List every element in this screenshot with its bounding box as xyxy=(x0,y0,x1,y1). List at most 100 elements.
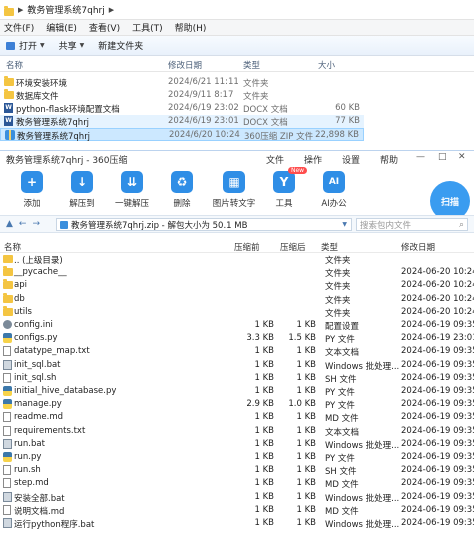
archive-path-field[interactable]: 教务管理系统7qhrj.zip - 解包大小为 50.1 MB ▼ xyxy=(56,218,352,231)
cell-name: api xyxy=(14,280,27,291)
ai-office-icon: AI xyxy=(323,171,345,193)
column-type[interactable]: 类型 xyxy=(243,59,260,71)
zip-list-item[interactable]: __pycache__ 文件夹 2024-06-20 10:24 xyxy=(0,266,474,279)
zip-list-item[interactable]: manage.py 2.9 KB 1.0 KB PY 文件 2024-06-19 09:… xyxy=(0,398,474,411)
zip-list-item[interactable]: utils 文件夹 2024-06-20 10:24 xyxy=(0,305,474,319)
zip-menu-operate[interactable]: 操作 xyxy=(304,153,322,166)
zip-list-item[interactable]: run.py 1 KB 1 KB PY 文件 2024-06-19 09:35 xyxy=(0,451,474,464)
cell-osize: 1 KB xyxy=(296,465,316,476)
cell-type: Windows 批处理... xyxy=(325,520,400,530)
file-row[interactable]: 数据库文件 2024/9/11 8:17 文件夹 xyxy=(0,89,364,102)
image-to-text-button[interactable]: ▦ 图片转文字 xyxy=(212,171,256,209)
search-icon[interactable]: ⌕ xyxy=(459,220,464,230)
menu-help[interactable]: 帮助(H) xyxy=(175,21,207,34)
config-file-icon xyxy=(3,320,12,329)
cell-date: 2024-06-19 09:35 xyxy=(401,425,474,436)
column-compressed-before[interactable]: 压缩前 xyxy=(234,241,260,253)
folder-icon xyxy=(4,89,14,99)
file-row-selected[interactable]: 教务管理系统7qhrj 2024/6/20 10:24 360压缩 ZIP 文件… xyxy=(0,128,364,142)
zip-list-item[interactable]: 说明文档.md 1 KB 1 KB MD 文件 2024-06-19 09:35 xyxy=(0,504,474,517)
zip-menu-help[interactable]: 帮助 xyxy=(380,153,398,166)
new-folder-button[interactable]: 新建文件夹 xyxy=(98,39,143,52)
zip-list-item[interactable]: readme.md 1 KB 1 KB MD 文件 2024-06-19 09:35 xyxy=(0,411,474,424)
zip-list-item[interactable]: run.sh 1 KB 1 KB SH 文件 2024-06-19 09:35 xyxy=(0,464,474,477)
cell-type: 文本文档 xyxy=(325,427,360,438)
zip-menu-settings[interactable]: 设置 xyxy=(342,153,360,166)
zip-list-item[interactable]: api 文件夹 2024-06-20 10:24 xyxy=(0,279,474,292)
zip-title-bar: 教务管理系统7qhrj - 360压缩 文件 操作 设置 帮助 — □ ✕ xyxy=(0,151,474,167)
text-file-icon xyxy=(3,425,11,436)
menu-tools[interactable]: 工具(T) xyxy=(132,21,163,34)
zip-list-item[interactable]: init_sql.sh 1 KB 1 KB SH 文件 2024-06-19 09:35 xyxy=(0,372,474,385)
chevron-down-icon: ▼ xyxy=(79,42,85,49)
minimize-icon[interactable]: — xyxy=(416,152,425,162)
cell-csize: 1 KB xyxy=(254,478,274,489)
menu-edit[interactable]: 编辑(E) xyxy=(46,21,77,34)
zip-list-item[interactable]: 安装全部.bat 1 KB 1 KB Windows 批处理... 2024-06-19… xyxy=(0,491,474,504)
chevron-right-icon[interactable]: ▶ xyxy=(109,6,114,14)
cell-name: __pycache__ xyxy=(14,267,67,278)
tools-button[interactable]: Y New 工具 xyxy=(262,167,308,209)
text-file-icon xyxy=(3,346,11,357)
menu-view[interactable]: 查看(V) xyxy=(89,21,120,34)
zip-list-item[interactable]: run.bat 1 KB 1 KB Windows 批处理... 2024-06-19 … xyxy=(0,438,474,451)
zip-menu-file[interactable]: 文件 xyxy=(266,153,284,166)
delete-icon: ♻ xyxy=(171,171,193,193)
chevron-right-icon: ▶ xyxy=(18,5,24,14)
column-date[interactable]: 修改日期 xyxy=(168,59,202,71)
forward-arrow-icon[interactable]: → xyxy=(32,219,40,229)
zip-list-item[interactable]: init_sql.bat 1 KB 1 KB Windows 批处理... 2024-0… xyxy=(0,359,474,372)
zip-list-item[interactable]: datatype_map.txt 1 KB 1 KB 文本文档 2024-06-19 0… xyxy=(0,345,474,358)
zip-list-item[interactable]: config.ini 1 KB 1 KB 配置设置 2024-06-19 09:35 xyxy=(0,319,474,332)
zip-list-item[interactable]: initial_hive_database.py 1 KB 1 KB PY 文件 202… xyxy=(0,385,474,398)
share-button[interactable]: 共享 ▼ xyxy=(59,39,85,52)
ai-office-button[interactable]: AI AI办公 xyxy=(312,171,356,209)
cell-date: 2024-06-19 09:35 xyxy=(401,386,474,396)
batch-file-icon xyxy=(3,491,12,502)
one-click-extract-button[interactable]: ⇊ 一键解压 xyxy=(110,171,154,209)
add-button[interactable]: + 添加 xyxy=(10,171,54,209)
column-size[interactable]: 大小 xyxy=(318,59,335,71)
cell-date: 2024-06-19 09:35 xyxy=(401,399,474,410)
folder-icon xyxy=(3,292,13,303)
zip-list-item[interactable]: requirements.txt 1 KB 1 KB 文本文档 2024-06-19 0… xyxy=(0,425,474,438)
search-input[interactable]: 搜索包内文件 ⌕ xyxy=(356,218,468,231)
zip-archive-icon xyxy=(60,221,68,229)
cell-osize: 1 KB xyxy=(296,320,316,330)
back-arrow-icon[interactable]: ← xyxy=(19,219,27,229)
cell-osize: 1 KB xyxy=(296,518,316,528)
column-name[interactable]: 名称 xyxy=(4,241,21,253)
cell-type: 配置设置 xyxy=(325,322,360,332)
zip-list-item[interactable]: .. (上级目录) 文件夹 xyxy=(0,253,474,266)
column-name[interactable]: 名称 xyxy=(6,59,23,71)
cell-name: .. (上级目录) xyxy=(14,256,63,266)
text-file-icon xyxy=(3,412,11,423)
file-row[interactable]: W 教务管理系统7qhrj 2024/6/19 23:01 DOCX 文档 77… xyxy=(0,115,364,128)
column-type[interactable]: 类型 xyxy=(321,241,338,253)
delete-button[interactable]: ♻ 删除 xyxy=(160,171,204,209)
file-row[interactable]: W python-flask环境配置文档 2024/6/19 23:02 DOC… xyxy=(0,102,364,115)
word-doc-icon: W xyxy=(4,103,13,113)
cell-name: 安装全部.bat xyxy=(14,493,65,504)
column-date[interactable]: 修改日期 xyxy=(401,241,435,253)
zip-path-bar: ▲ ← → 教务管理系统7qhrj.zip - 解包大小为 50.1 MB ▼ … xyxy=(0,215,474,233)
up-arrow-icon[interactable]: ▲ xyxy=(6,219,13,229)
menu-file[interactable]: 文件(F) xyxy=(4,21,34,34)
zip-list-item[interactable]: db 文件夹 2024-06-20 10:24 xyxy=(0,292,474,306)
address-bar[interactable]: ▶ 教务管理系统7qhrj ▶ xyxy=(0,0,474,20)
breadcrumb[interactable]: 教务管理系统7qhrj xyxy=(27,3,104,16)
cell-csize: 1 KB xyxy=(254,491,274,502)
column-compressed-after[interactable]: 压缩后 xyxy=(280,241,306,253)
zip-list-item[interactable]: 运行python程序.bat 1 KB 1 KB Windows 批处理... 2024… xyxy=(0,517,474,530)
extract-to-button[interactable]: ↓ 解压到 xyxy=(60,171,104,209)
cell-name: run.sh xyxy=(14,465,41,476)
open-button[interactable]: 打开 ▼ xyxy=(6,39,45,52)
zip-list-item[interactable]: step.md 1 KB 1 KB MD 文件 2024-06-19 09:35 xyxy=(0,477,474,490)
close-icon[interactable]: ✕ xyxy=(458,152,466,162)
zip-list-item[interactable]: configs.py 3.3 KB 1.5 KB PY 文件 2024-06-19 23… xyxy=(0,332,474,345)
file-row[interactable]: 环境安装环境 2024/6/21 11:11 文件夹 xyxy=(0,76,364,89)
batch-file-icon xyxy=(3,438,12,449)
chevron-down-icon[interactable]: ▼ xyxy=(342,221,347,228)
new-badge: New xyxy=(288,167,308,174)
maximize-icon[interactable]: □ xyxy=(438,152,447,162)
